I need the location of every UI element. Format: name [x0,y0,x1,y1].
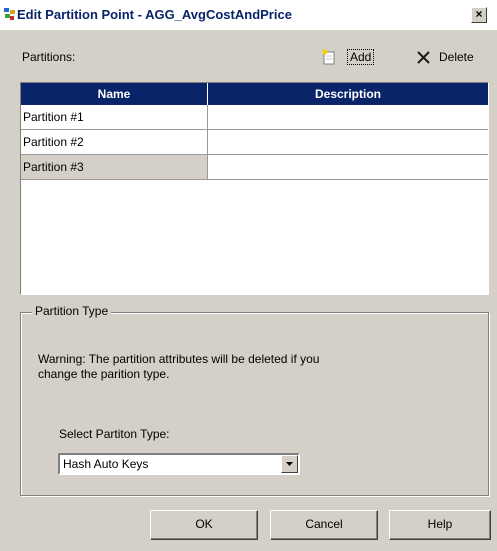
cell-partition-description[interactable] [208,155,488,180]
add-button[interactable]: Add [321,47,375,67]
dropdown-button[interactable] [281,455,298,473]
add-button-label: Add [347,49,375,65]
partition-type-value: Hash Auto Keys [63,457,149,471]
add-partition-icon [322,49,335,65]
window-title: Edit Partition Point - AGG_AvgCostAndPri… [17,7,292,22]
cell-partition-name[interactable]: Partition #3 [21,155,208,180]
partition-type-legend: Partition Type [32,304,112,318]
delete-button-label: Delete [439,50,474,64]
grid-header: Name Description [21,83,488,105]
warning-text: Warning: The partition attributes will b… [38,352,398,382]
title-bar: Edit Partition Point - AGG_AvgCostAndPri… [0,0,497,30]
cell-partition-description[interactable] [208,130,488,155]
cell-partition-description[interactable] [208,105,488,130]
help-button[interactable]: Help [389,510,491,540]
warning-line-1: Warning: The partition attributes will b… [38,352,320,366]
partitions-grid: Name Description Partition #1 Partition … [20,82,489,295]
chevron-down-icon [286,462,293,466]
partition-type-dropdown[interactable]: Hash Auto Keys [58,453,300,475]
close-button[interactable]: × [471,7,487,23]
table-row-selected[interactable]: Partition #3 [21,155,488,180]
ok-button[interactable]: OK [150,510,258,540]
edit-partition-dialog: Edit Partition Point - AGG_AvgCostAndPri… [0,0,497,551]
partitions-label: Partitions: [22,50,76,64]
warning-line-2: change the parition type. [38,367,170,381]
delete-x-icon [417,50,430,64]
select-partition-type-label: Select Partiton Type: [59,427,170,441]
cancel-button[interactable]: Cancel [270,510,378,540]
cell-partition-name[interactable]: Partition #2 [21,130,208,155]
cell-partition-name[interactable]: Partition #1 [21,105,208,130]
table-row[interactable]: Partition #1 [21,105,488,130]
column-header-name[interactable]: Name [21,83,208,105]
app-icon [4,8,15,20]
table-row[interactable]: Partition #2 [21,130,488,155]
column-header-description[interactable]: Description [208,83,488,105]
delete-button[interactable]: Delete [416,47,474,67]
